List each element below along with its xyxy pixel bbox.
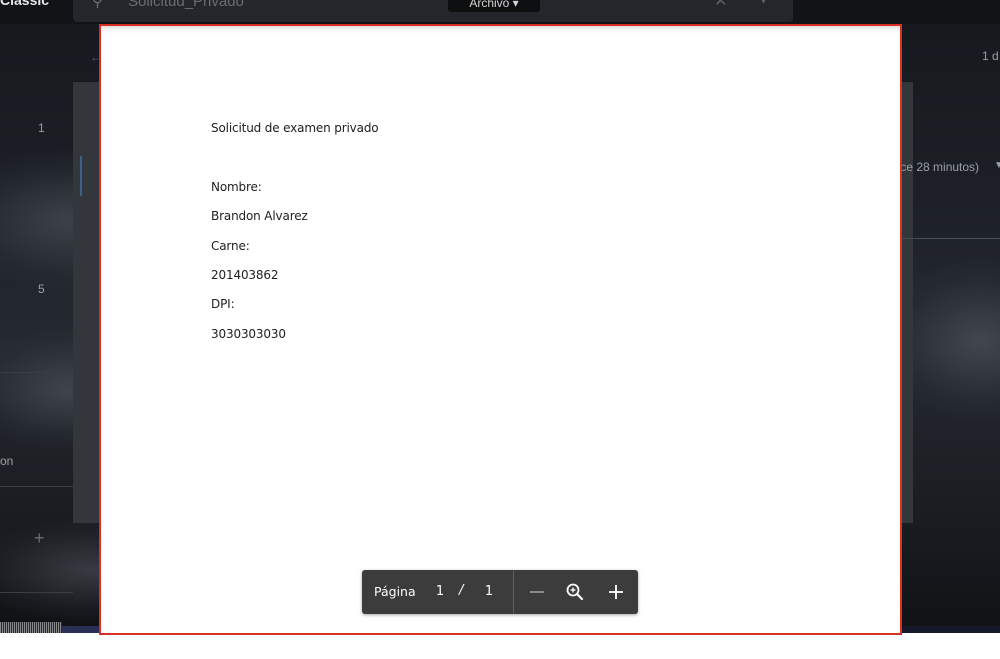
background-search-text: Solicitud_Privado: [128, 0, 244, 10]
background-search-chip[interactable]: Archivo ▾: [448, 0, 540, 12]
zoom-out-button[interactable]: [523, 578, 551, 606]
minus-icon: [530, 591, 544, 593]
background-number: 5: [38, 282, 45, 296]
document-line: DPI:: [211, 297, 235, 311]
add-icon[interactable]: +: [34, 528, 45, 549]
background-divider: [900, 238, 1000, 239]
zoom-in-button[interactable]: [602, 578, 630, 606]
document-line: Carne:: [211, 239, 250, 253]
page-toolbar: Página 1 / 1: [362, 570, 638, 614]
document-line: 201403862: [211, 268, 279, 282]
background-number: 1: [38, 121, 45, 135]
zoom-icon: [566, 583, 584, 601]
background-divider: [0, 372, 73, 373]
background-divider: [0, 592, 73, 593]
background-selection-indicator: [80, 156, 82, 196]
background-brand: Classic: [0, 0, 50, 8]
toolbar-divider: [513, 570, 514, 614]
document-line: Brandon Alvarez: [211, 209, 308, 223]
search-icon: ⚲: [92, 0, 103, 10]
close-icon[interactable]: ✕: [714, 0, 727, 11]
background-divider: [0, 486, 73, 487]
background-left-edge-text: on: [0, 454, 14, 468]
page-separator: /: [459, 583, 464, 598]
document-page: Solicitud de examen privado Nombre: Bran…: [101, 26, 900, 633]
zoom-fit-button[interactable]: [561, 578, 589, 606]
chevron-down-icon[interactable]: ▼: [994, 160, 1000, 171]
document-title: Solicitud de examen privado: [211, 121, 379, 135]
background-bottom-texture: [0, 622, 62, 633]
document-line: 3030303030: [211, 327, 286, 341]
total-pages: 1: [484, 584, 494, 599]
page-label: Página: [374, 584, 416, 599]
plus-icon: [609, 585, 623, 599]
document-preview: Solicitud de examen privado Nombre: Bran…: [99, 24, 902, 635]
chevron-down-icon[interactable]: ▾: [760, 0, 767, 8]
document-line: Nombre:: [211, 180, 262, 194]
background-right-edge-text: 1 d: [982, 49, 999, 63]
current-page-number[interactable]: 1: [434, 584, 446, 599]
